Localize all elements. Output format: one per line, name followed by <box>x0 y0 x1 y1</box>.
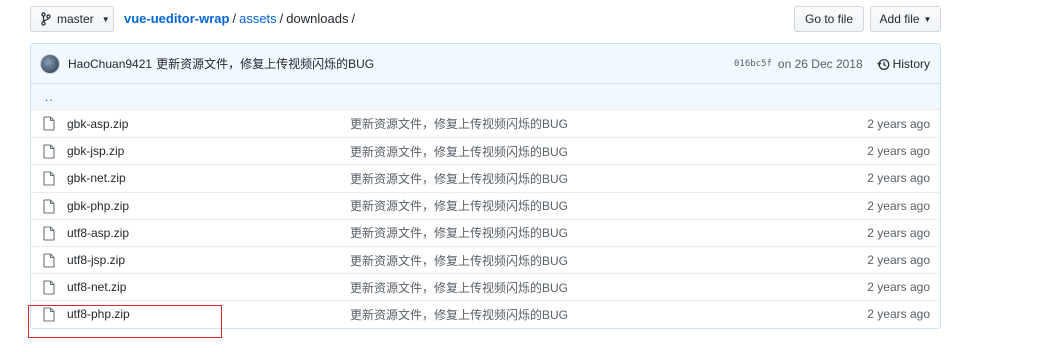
table-row[interactable]: utf8-jsp.zip 更新资源文件，修复上传视频闪烁的BUG 2 years… <box>31 245 940 273</box>
commit-date: on 26 Dec 2018 <box>777 57 863 71</box>
breadcrumb-separator: / <box>279 11 284 26</box>
breadcrumb-separator: / <box>232 11 237 26</box>
commit-message[interactable]: 更新资源文件，修复上传视频闪烁的BUG <box>156 55 374 72</box>
file-icon <box>43 280 55 295</box>
table-row[interactable]: gbk-asp.zip 更新资源文件，修复上传视频闪烁的BUG 2 years … <box>31 110 940 137</box>
add-file-label: Add file <box>879 12 920 26</box>
go-to-file-label: Go to file <box>804 12 854 26</box>
history-label: History <box>892 57 930 71</box>
file-icon <box>43 199 55 214</box>
file-icon <box>43 171 55 186</box>
avatar[interactable] <box>40 53 60 74</box>
latest-commit-bar: HaoChuan9421 更新资源文件，修复上传视频闪烁的BUG 016bc5f… <box>31 44 940 84</box>
file-name-link[interactable]: gbk-asp.zip <box>67 117 128 131</box>
commit-meta: 016bc5f on 26 Dec 2018 History <box>734 44 930 84</box>
file-icon <box>43 253 55 268</box>
file-commit-message[interactable]: 更新资源文件，修复上传视频闪烁的BUG <box>350 252 568 269</box>
go-to-file-button[interactable]: Go to file <box>794 6 864 32</box>
add-file-button[interactable]: Add file ▼ <box>870 6 941 32</box>
commit-author-link[interactable]: HaoChuan9421 <box>68 57 152 71</box>
file-commit-age: 2 years ago <box>867 307 930 322</box>
file-commit-message[interactable]: 更新资源文件，修复上传视频闪烁的BUG <box>350 197 568 214</box>
file-commit-age: 2 years ago <box>867 280 930 295</box>
breadcrumb: vue-ueditor-wrap / assets / downloads / <box>124 11 358 26</box>
commit-sha[interactable]: 016bc5f <box>734 59 772 69</box>
file-name-link[interactable]: gbk-php.zip <box>67 199 129 213</box>
file-commit-message[interactable]: 更新资源文件，修复上传视频闪烁的BUG <box>350 170 568 187</box>
file-name-link[interactable]: gbk-net.zip <box>67 171 126 185</box>
table-row[interactable]: gbk-net.zip 更新资源文件，修复上传视频闪烁的BUG 2 years … <box>31 164 940 191</box>
chevron-down-icon: ▼ <box>101 14 110 24</box>
file-name-link[interactable]: utf8-jsp.zip <box>67 253 125 267</box>
history-icon <box>876 58 890 70</box>
file-commit-message[interactable]: 更新资源文件，修复上传视频闪烁的BUG <box>350 224 568 241</box>
breadcrumb-separator: / <box>351 11 356 26</box>
file-commit-message[interactable]: 更新资源文件，修复上传视频闪烁的BUG <box>350 143 568 160</box>
parent-directory-row[interactable]: .. <box>31 84 940 110</box>
table-row[interactable]: gbk-php.zip 更新资源文件，修复上传视频闪烁的BUG 2 years … <box>31 191 940 219</box>
history-link[interactable]: History <box>876 57 930 71</box>
breadcrumb-current: downloads <box>286 11 349 26</box>
branch-select-button[interactable]: master ▼ <box>30 6 114 32</box>
file-name-link[interactable]: utf8-asp.zip <box>67 226 129 240</box>
breadcrumb-repo-link[interactable]: vue-ueditor-wrap <box>124 11 229 26</box>
file-rows: gbk-asp.zip 更新资源文件，修复上传视频闪烁的BUG 2 years … <box>31 110 940 328</box>
file-commit-age: 2 years ago <box>867 198 930 213</box>
breadcrumb-folder-link[interactable]: assets <box>239 11 277 26</box>
file-commit-message[interactable]: 更新资源文件，修复上传视频闪烁的BUG <box>350 279 568 296</box>
file-commit-message[interactable]: 更新资源文件，修复上传视频闪烁的BUG <box>350 306 568 323</box>
file-commit-age: 2 years ago <box>867 144 930 159</box>
chevron-down-icon: ▼ <box>923 14 932 24</box>
file-commit-age: 2 years ago <box>867 171 930 186</box>
file-commit-age: 2 years ago <box>867 116 930 131</box>
annotation-highlight-box <box>28 305 222 338</box>
parent-directory-link[interactable]: .. <box>45 90 54 104</box>
branch-label: master <box>57 12 94 26</box>
file-name-link[interactable]: gbk-jsp.zip <box>67 144 124 158</box>
git-branch-icon <box>41 12 51 26</box>
file-icon <box>43 144 55 159</box>
file-commit-message[interactable]: 更新资源文件，修复上传视频闪烁的BUG <box>350 115 568 132</box>
file-name-link[interactable]: utf8-net.zip <box>67 280 126 294</box>
file-list-table: HaoChuan9421 更新资源文件，修复上传视频闪烁的BUG 016bc5f… <box>30 43 941 329</box>
file-commit-age: 2 years ago <box>867 225 930 240</box>
file-icon <box>43 226 55 241</box>
file-icon <box>43 116 55 131</box>
file-navigation: master ▼ vue-ueditor-wrap / assets / downloa… <box>30 6 941 32</box>
table-row[interactable]: utf8-asp.zip 更新资源文件，修复上传视频闪烁的BUG 2 years… <box>31 218 940 246</box>
file-commit-age: 2 years ago <box>867 253 930 268</box>
table-row[interactable]: utf8-net.zip 更新资源文件，修复上传视频闪烁的BUG 2 years… <box>31 273 940 300</box>
table-row[interactable]: gbk-jsp.zip 更新资源文件，修复上传视频闪烁的BUG 2 years … <box>31 137 940 164</box>
